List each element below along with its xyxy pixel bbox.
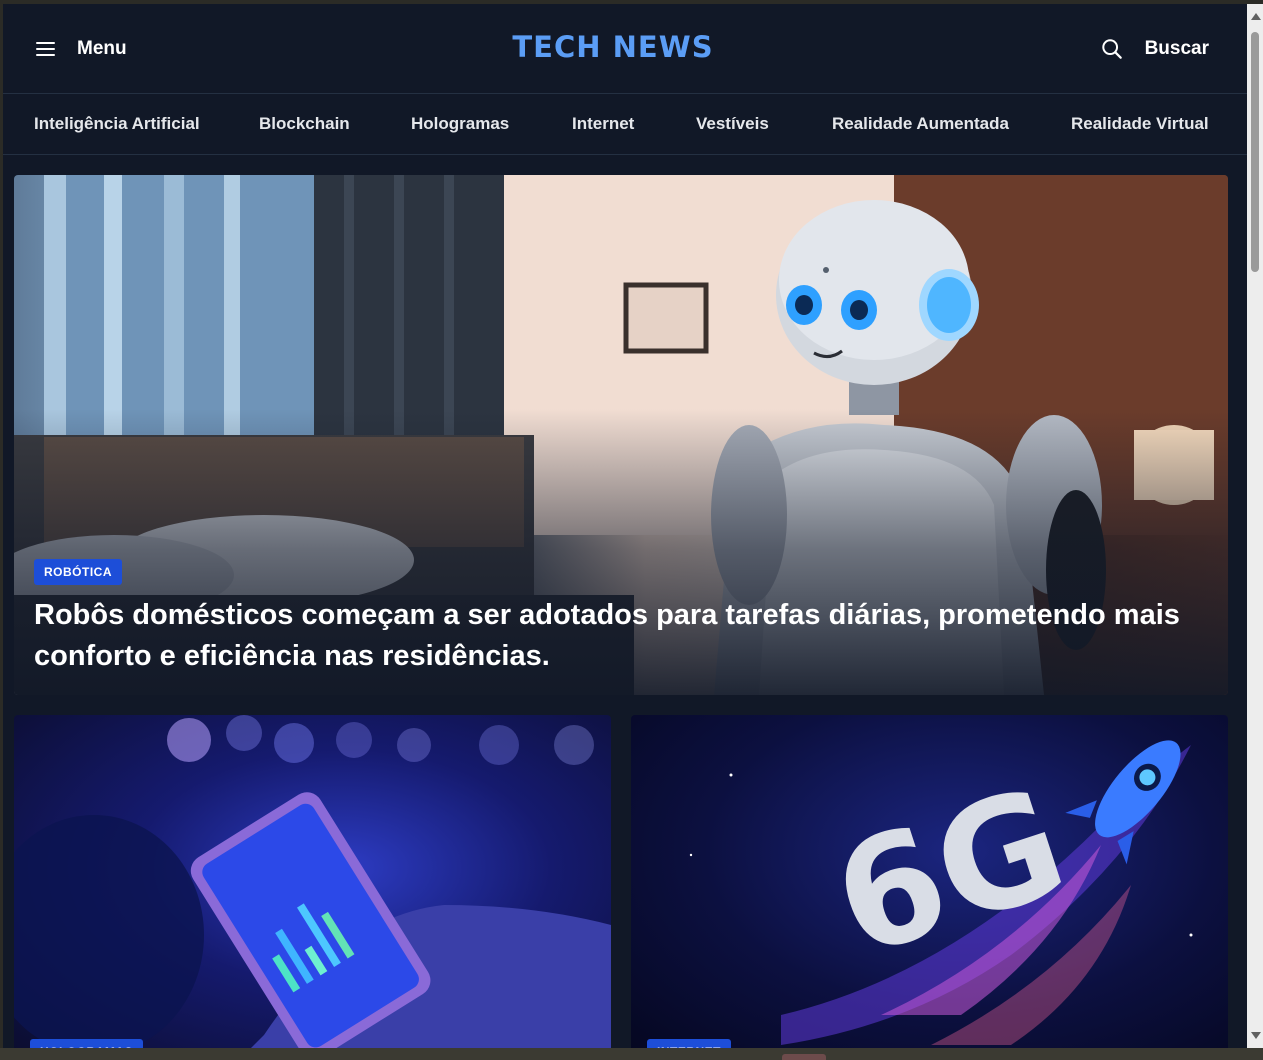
search-icon xyxy=(1101,39,1122,59)
nav-item-internet[interactable]: Internet xyxy=(572,114,634,134)
nav-item-realidade-aumentada[interactable]: Realidade Aumentada xyxy=(832,114,1009,134)
site-header: Menu TECH NEWS Buscar xyxy=(3,4,1247,94)
category-badge[interactable]: ROBÓTICA xyxy=(34,559,122,585)
hero-article[interactable]: ROBÓTICA Robôs domésticos começam a ser … xyxy=(14,175,1228,695)
nav-item-blockchain[interactable]: Blockchain xyxy=(259,114,350,134)
card-image-smartphone xyxy=(14,715,611,1048)
scroll-up-arrow-icon[interactable] xyxy=(1251,13,1261,20)
nav-item-inteligencia-artificial[interactable]: Inteligência Artificial xyxy=(34,114,200,134)
category-nav: Inteligência Artificial Blockchain Holog… xyxy=(3,94,1247,155)
nav-item-hologramas[interactable]: Hologramas xyxy=(411,114,509,134)
scroll-thumb[interactable] xyxy=(1251,32,1259,272)
scroll-down-arrow-icon[interactable] xyxy=(1251,1032,1261,1039)
page-viewport: Menu TECH NEWS Buscar Inteligência Artif… xyxy=(3,4,1247,1048)
hero-title[interactable]: Robôs domésticos começam a ser adotados … xyxy=(34,595,1204,677)
window-bottom-edge xyxy=(0,1048,1263,1060)
article-card-internet[interactable]: 6G INTERNET xyxy=(631,715,1228,1048)
card-image-6g-rocket: 6G xyxy=(689,740,1193,1045)
category-badge[interactable]: INTERNET xyxy=(647,1039,731,1048)
taskbar-item[interactable] xyxy=(782,1054,826,1060)
nav-item-realidade-virtual[interactable]: Realidade Virtual xyxy=(1071,114,1209,134)
search-label: Buscar xyxy=(1144,38,1209,59)
search-button[interactable]: Buscar xyxy=(1101,34,1209,64)
article-card-hologramas[interactable]: HOLOGRAMAS xyxy=(14,715,611,1048)
vertical-scrollbar[interactable] xyxy=(1247,4,1263,1048)
category-badge[interactable]: HOLOGRAMAS xyxy=(30,1039,143,1048)
site-logo[interactable]: TECH NEWS xyxy=(3,30,1223,64)
browser-window: Menu TECH NEWS Buscar Inteligência Artif… xyxy=(0,0,1263,1060)
6g-graphic-text: 6G xyxy=(815,755,1085,991)
nav-item-vestiveis[interactable]: Vestíveis xyxy=(696,114,769,134)
